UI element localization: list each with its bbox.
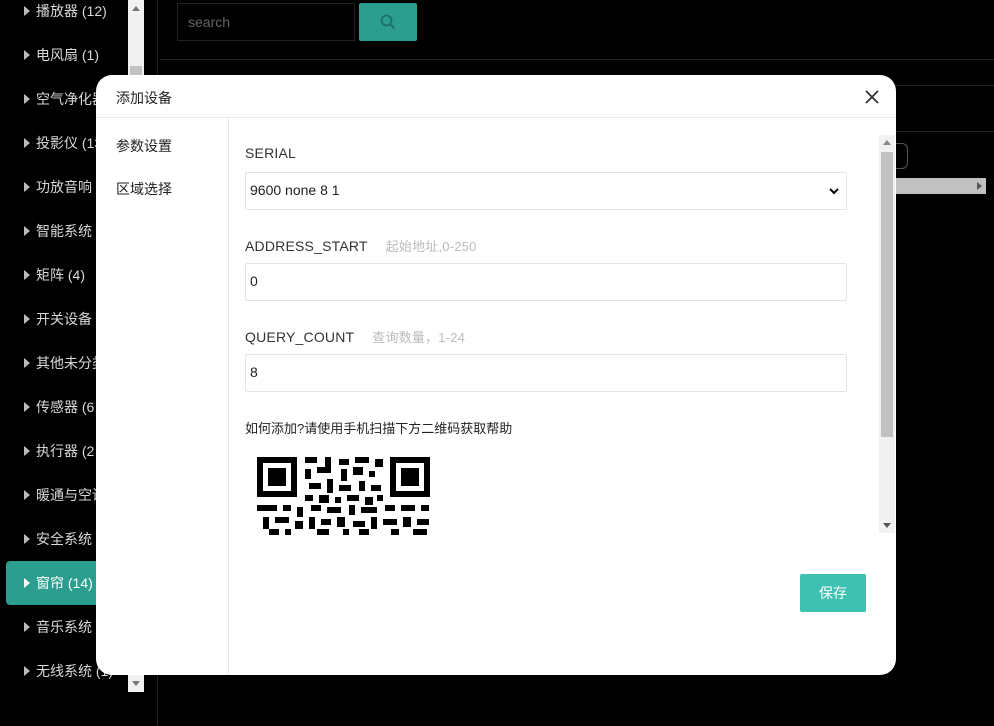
chevron-down-icon (829, 188, 839, 195)
expand-arrow-icon (24, 622, 30, 632)
sidebar-item-label: 传感器 (6 (36, 399, 95, 415)
address-start-hint: 起始地址,0-250 (385, 239, 477, 254)
expand-arrow-icon (24, 94, 30, 104)
sidebar-item-label: 功放音响 (36, 179, 92, 195)
expand-arrow-icon (24, 446, 30, 456)
scroll-down-arrow-icon[interactable] (132, 681, 140, 686)
expand-arrow-icon (24, 358, 30, 368)
address-start-label-text: ADDRESS_START (245, 238, 368, 254)
horizontal-scrollbar[interactable] (896, 178, 986, 194)
serial-select-value: 9600 none 8 1 (250, 182, 340, 198)
save-button[interactable]: 保存 (800, 574, 866, 612)
expand-arrow-icon (24, 138, 30, 148)
expand-arrow-icon (24, 270, 30, 280)
query-count-label-text: QUERY_COUNT (245, 329, 355, 345)
dialog-side-nav: 参数设置 区域选择 (96, 118, 229, 675)
sidebar-item-label: 开关设备 (36, 311, 92, 327)
expand-arrow-icon (24, 490, 30, 500)
expand-arrow-icon (24, 534, 30, 544)
expand-arrow-icon (24, 402, 30, 412)
sidebar-item-label: 安全系统 (36, 531, 92, 547)
expand-arrow-icon (24, 6, 30, 16)
address-start-label: ADDRESS_START 起始地址,0-250 (245, 236, 477, 255)
tab-area-selection[interactable]: 区域选择 (116, 179, 172, 199)
sidebar-item-label: 音乐系统 (36, 619, 92, 635)
dialog-header: 添加设备 (96, 75, 896, 118)
scroll-up-arrow-icon[interactable] (883, 140, 891, 145)
expand-arrow-icon (24, 578, 30, 588)
scroll-right-arrow-icon[interactable] (977, 182, 982, 190)
close-icon[interactable] (862, 87, 882, 107)
serial-select[interactable]: 9600 none 8 1 (245, 172, 847, 210)
dialog-title: 添加设备 (116, 90, 172, 106)
expand-arrow-icon (24, 314, 30, 324)
sidebar-item-label: 窗帘 (14) (36, 575, 93, 591)
address-start-input[interactable]: 0 (245, 263, 847, 301)
scrollbar-thumb[interactable] (881, 152, 893, 437)
form-scrollbar[interactable] (879, 135, 895, 533)
expand-arrow-icon (24, 50, 30, 60)
search-input[interactable]: search (177, 3, 355, 41)
search-button[interactable] (359, 3, 417, 41)
sidebar-item-label: 矩阵 (4) (36, 267, 85, 283)
serial-label-text: SERIAL (245, 145, 296, 161)
expand-arrow-icon (24, 226, 30, 236)
sidebar-item-label: 智能系统 (36, 223, 92, 239)
serial-label: SERIAL (245, 145, 296, 161)
help-instructions: 如何添加?请使用手机扫描下方二维码获取帮助 (245, 421, 513, 436)
add-device-dialog: 添加设备 参数设置 区域选择 SERIAL 9600 none 8 1 ADDR… (96, 75, 896, 675)
qr-code-image (255, 455, 435, 535)
expand-arrow-icon (24, 182, 30, 192)
sidebar-item-fan[interactable]: 电风扇 (1) (6, 33, 128, 77)
query-count-label: QUERY_COUNT 查询数量，1-24 (245, 327, 465, 346)
scroll-up-arrow-icon[interactable] (132, 6, 140, 11)
sidebar-item-label: 播放器 (12) (36, 3, 107, 19)
expand-arrow-icon (24, 666, 30, 676)
sidebar-item-label: 投影仪 (13 (36, 135, 103, 151)
parameter-form: SERIAL 9600 none 8 1 ADDRESS_START 起始地址,0… (230, 135, 880, 535)
scroll-down-arrow-icon[interactable] (883, 523, 891, 528)
query-count-input[interactable]: 8 (245, 354, 847, 392)
sidebar-item-player[interactable]: 播放器 (12) (6, 0, 128, 33)
search-icon (380, 14, 396, 30)
divider (160, 59, 994, 60)
sidebar-item-label: 电风扇 (1) (36, 47, 99, 63)
tab-parameter-settings[interactable]: 参数设置 (116, 136, 172, 156)
sidebar-item-label: 执行器 (2 (36, 443, 95, 459)
query-count-hint: 查询数量，1-24 (372, 330, 466, 345)
